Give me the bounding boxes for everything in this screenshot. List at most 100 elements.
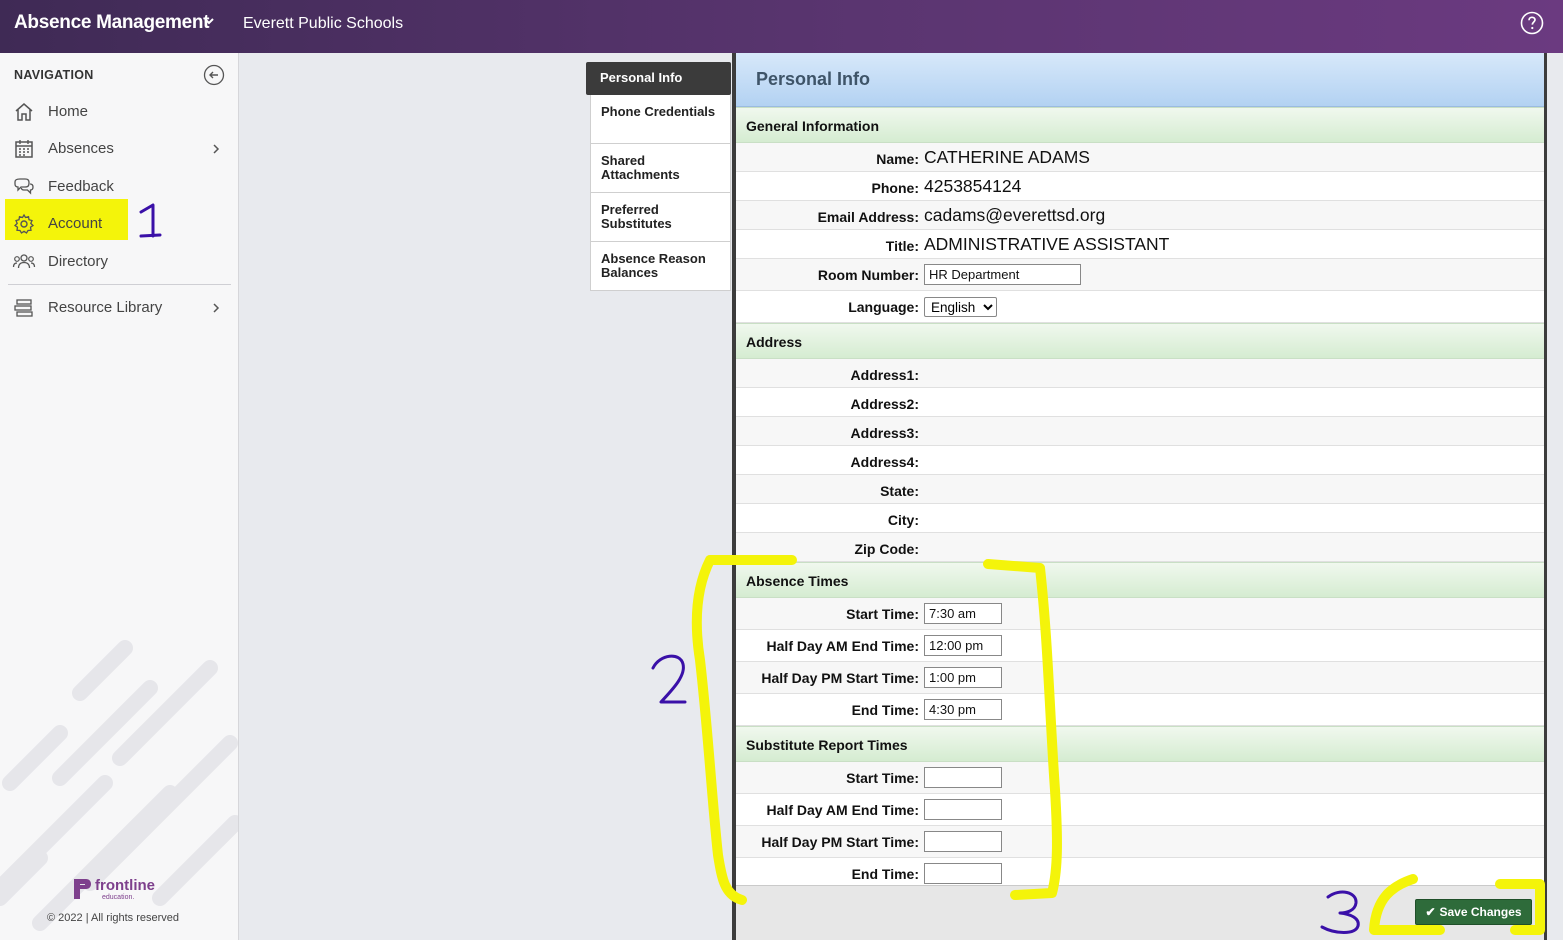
form-row-substitute-pm-start: Half Day PM Start Time: bbox=[736, 826, 1544, 858]
save-changes-button[interactable]: ✔ Save Changes bbox=[1415, 899, 1532, 925]
substitute-pm-start-label: Half Day PM Start Time: bbox=[761, 834, 919, 850]
divider bbox=[8, 284, 231, 285]
sidebar-item-absences[interactable]: Absences bbox=[0, 132, 238, 166]
navigation-heading: NAVIGATION bbox=[14, 68, 94, 82]
title-value: ADMINISTRATIVE ASSISTANT bbox=[924, 234, 1170, 254]
title-label: Title: bbox=[885, 238, 919, 254]
absence-start-time-input[interactable] bbox=[924, 603, 1002, 624]
home-icon bbox=[15, 103, 33, 121]
tab-preferred-substitutes[interactable]: Preferred Substitutes bbox=[590, 193, 731, 242]
sidebar-item-account[interactable]: Account bbox=[0, 207, 238, 241]
panel-header: Personal Info bbox=[736, 53, 1544, 107]
chat-icon bbox=[14, 178, 34, 195]
absence-end-label: End Time: bbox=[851, 702, 919, 718]
chevron-down-icon[interactable] bbox=[202, 14, 216, 28]
substitute-am-end-label: Half Day AM End Time: bbox=[766, 802, 919, 818]
substitute-am-end-time-input[interactable] bbox=[924, 799, 1002, 820]
zip-code-label: Zip Code: bbox=[854, 541, 919, 557]
section-general-information: General Information bbox=[736, 107, 1544, 143]
address4-label: Address4: bbox=[850, 454, 919, 470]
section-address: Address bbox=[736, 323, 1544, 359]
frontline-logo: frontline education. bbox=[74, 877, 155, 901]
absence-pm-start-label: Half Day PM Start Time: bbox=[761, 670, 919, 686]
room-number-label: Room Number: bbox=[817, 267, 919, 283]
substitute-start-label: Start Time: bbox=[846, 770, 919, 786]
sidebar-item-label: Absences bbox=[48, 140, 114, 157]
chevron-right-icon bbox=[213, 303, 220, 313]
email-value: cadams@everettsd.org bbox=[924, 205, 1106, 225]
chevron-right-icon bbox=[213, 144, 220, 154]
form-row-absence-pm-start: Half Day PM Start Time: bbox=[736, 662, 1544, 694]
absence-end-time-input[interactable] bbox=[924, 699, 1002, 720]
sidebar-item-label: Account bbox=[48, 215, 103, 232]
form-row-absence-start: Start Time: bbox=[736, 598, 1544, 630]
language-label: Language: bbox=[848, 299, 919, 315]
copyright-text: © 2022 | All rights reserved bbox=[47, 912, 180, 924]
save-changes-label: Save Changes bbox=[1439, 905, 1522, 919]
form-row-substitute-am-end: Half Day AM End Time: bbox=[736, 794, 1544, 826]
form-row-address2: Address2: bbox=[736, 388, 1544, 417]
substitute-pm-start-time-input[interactable] bbox=[924, 831, 1002, 852]
absence-am-end-label: Half Day AM End Time: bbox=[766, 638, 919, 654]
svg-text:education.: education. bbox=[102, 894, 134, 901]
name-value: CATHERINE ADAMS bbox=[924, 147, 1090, 167]
calendar-icon bbox=[15, 140, 33, 158]
state-label: State: bbox=[880, 483, 919, 499]
number-two-mark bbox=[651, 654, 687, 704]
sidebar-item-home[interactable]: Home bbox=[0, 95, 238, 129]
sidebar-item-label: Feedback bbox=[48, 178, 114, 195]
tab-absence-reason-balances[interactable]: Absence Reason Balances bbox=[590, 242, 731, 291]
address3-label: Address3: bbox=[850, 425, 919, 441]
panel-footer: ✔ Save Changes bbox=[736, 885, 1544, 940]
tab-shared-attachments[interactable]: Shared Attachments bbox=[590, 144, 731, 193]
sidebar-item-label: Directory bbox=[48, 253, 109, 270]
top-bar: Absence Management Everett Public School… bbox=[0, 0, 1563, 53]
absence-am-end-time-input[interactable] bbox=[924, 635, 1002, 656]
substitute-end-time-input[interactable] bbox=[924, 863, 1002, 884]
form-row-address3: Address3: bbox=[736, 417, 1544, 446]
sidebar-item-resource-library[interactable]: Resource Library bbox=[0, 291, 238, 325]
sidebar: NAVIGATION Home Absences Feedback Accoun… bbox=[0, 53, 239, 940]
svg-text:frontline: frontline bbox=[95, 877, 155, 894]
address2-label: Address2: bbox=[850, 396, 919, 412]
email-label: Email Address: bbox=[817, 209, 919, 225]
sidebar-item-feedback[interactable]: Feedback bbox=[0, 170, 238, 204]
absence-pm-start-time-input[interactable] bbox=[924, 667, 1002, 688]
phone-label: Phone: bbox=[871, 180, 919, 196]
collapse-arrow-icon[interactable] bbox=[203, 64, 225, 86]
gear-icon bbox=[13, 213, 35, 234]
form-row-address4: Address4: bbox=[736, 446, 1544, 475]
form-row-absence-am-end: Half Day AM End Time: bbox=[736, 630, 1544, 662]
phone-value: 4253854124 bbox=[924, 176, 1022, 196]
substitute-end-label: End Time: bbox=[851, 866, 919, 882]
section-substitute-report-times: Substitute Report Times bbox=[736, 726, 1544, 762]
people-icon bbox=[12, 254, 36, 269]
tab-personal-info[interactable]: Personal Info bbox=[586, 62, 731, 95]
form-row-absence-end: End Time: bbox=[736, 694, 1544, 726]
form-row-state: State: bbox=[736, 475, 1544, 504]
sidebar-item-label: Resource Library bbox=[48, 299, 163, 316]
city-label: City: bbox=[887, 512, 919, 528]
language-select[interactable]: English bbox=[924, 297, 997, 317]
account-tabs: Personal Info Phone Credentials Shared A… bbox=[586, 62, 731, 291]
tab-phone-credentials[interactable]: Phone Credentials bbox=[590, 95, 731, 144]
substitute-start-time-input[interactable] bbox=[924, 767, 1002, 788]
form-row-substitute-start: Start Time: bbox=[736, 762, 1544, 794]
panel-title: Personal Info bbox=[756, 69, 871, 89]
form-row-zip-code: Zip Code: bbox=[736, 533, 1544, 562]
section-absence-times: Absence Times bbox=[736, 562, 1544, 598]
help-circle-icon[interactable] bbox=[1520, 11, 1544, 35]
checkmark-icon: ✔ bbox=[1425, 905, 1436, 919]
sidebar-item-label: Home bbox=[48, 103, 89, 120]
room-number-input[interactable] bbox=[924, 264, 1081, 285]
sidebar-item-directory[interactable]: Directory bbox=[0, 245, 238, 279]
form-row-title: Title: ADMINISTRATIVE ASSISTANT bbox=[736, 230, 1544, 259]
form-row-address1: Address1: bbox=[736, 359, 1544, 388]
form-row-email: Email Address: cadams@everettsd.org bbox=[736, 201, 1544, 230]
absence-start-label: Start Time: bbox=[846, 606, 919, 622]
address1-label: Address1: bbox=[850, 367, 919, 383]
app-title[interactable]: Absence Management bbox=[14, 12, 210, 34]
form-row-name: Name: CATHERINE ADAMS bbox=[736, 143, 1544, 172]
form-row-room-number: Room Number: bbox=[736, 259, 1544, 291]
organization-name: Everett Public Schools bbox=[243, 15, 404, 32]
